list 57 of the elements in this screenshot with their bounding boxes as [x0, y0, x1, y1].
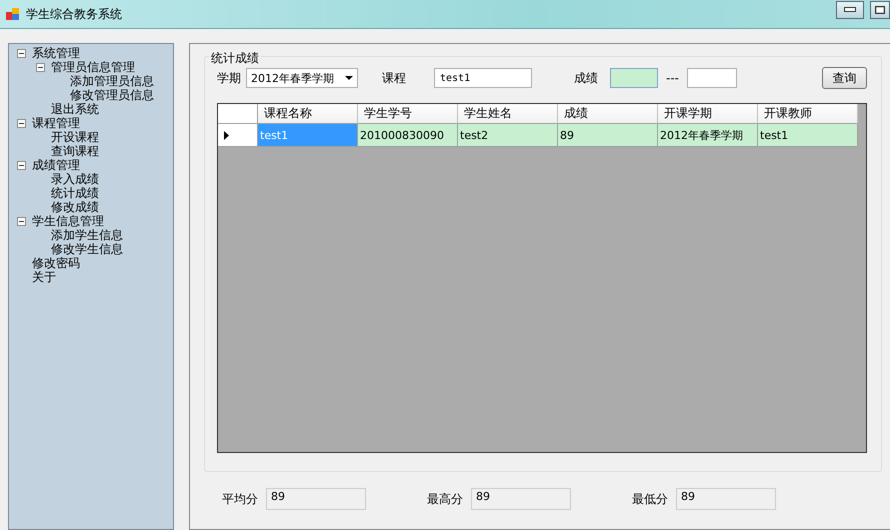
window-title: 学生综合教务系统: [26, 6, 122, 22]
tree-item[interactable]: 管理员信息管理: [51, 60, 135, 74]
summary-label: 平均分: [222, 490, 258, 508]
collapse-icon[interactable]: [17, 160, 26, 170]
tree-item[interactable]: 开设课程: [51, 130, 99, 144]
minimize-button[interactable]: [836, 1, 864, 19]
column-header[interactable]: 课程名称: [258, 104, 358, 124]
query-button[interactable]: 查询: [822, 67, 867, 89]
app-icon: [6, 7, 20, 21]
score-label: 成绩: [574, 70, 598, 86]
tree-item[interactable]: 修改学生信息: [51, 242, 123, 256]
course-label: 课程: [382, 70, 406, 86]
tree-item[interactable]: 课程管理: [32, 116, 80, 130]
summary-field[interactable]: 89: [676, 488, 776, 510]
table-cell[interactable]: test2: [458, 124, 558, 147]
collapse-icon[interactable]: [17, 48, 26, 58]
column-header[interactable]: 学生姓名: [458, 104, 558, 124]
summary-field[interactable]: 89: [471, 488, 571, 510]
column-header[interactable]: 成绩: [558, 104, 658, 124]
course-field[interactable]: test1: [434, 68, 532, 88]
collapse-icon[interactable]: [36, 62, 45, 72]
column-header[interactable]: 开课学期: [658, 104, 758, 124]
tree-item[interactable]: 修改管理员信息: [70, 88, 154, 102]
tree-item[interactable]: 关于: [32, 270, 56, 284]
tree-item[interactable]: 修改密码: [32, 256, 80, 270]
column-header[interactable]: 学生学号: [358, 104, 458, 124]
current-row-icon: [224, 130, 229, 140]
collapse-icon[interactable]: [17, 216, 26, 226]
tree-item[interactable]: 系统管理: [32, 46, 80, 60]
minimize-icon: [844, 7, 856, 13]
column-header[interactable]: 开课教师: [758, 104, 858, 124]
tree-item[interactable]: 录入成绩: [51, 172, 99, 186]
summary-label: 最高分: [427, 490, 463, 508]
tree-item[interactable]: 退出系统: [51, 102, 99, 116]
tree-item[interactable]: 添加学生信息: [51, 228, 123, 242]
score-to-field[interactable]: [687, 68, 737, 88]
maximize-button[interactable]: [870, 1, 890, 19]
term-dropdown[interactable]: 2012年春季学期: [246, 68, 358, 88]
tree-item[interactable]: 学生信息管理: [32, 214, 104, 228]
term-label: 学期: [217, 70, 241, 86]
tree-item[interactable]: 统计成绩: [51, 186, 99, 200]
table-cell[interactable]: 89: [558, 124, 658, 147]
summary-label: 最低分: [632, 490, 668, 508]
tree-item[interactable]: 查询课程: [51, 144, 99, 158]
tree-item[interactable]: 添加管理员信息: [70, 74, 154, 88]
maximize-icon: [875, 6, 885, 14]
table-cell[interactable]: 2012年春季学期: [658, 124, 758, 147]
row-header[interactable]: [218, 124, 258, 147]
tree-item[interactable]: 成绩管理: [32, 158, 80, 172]
tree-item[interactable]: 修改成绩: [51, 200, 99, 214]
score-from-field[interactable]: [610, 68, 658, 88]
table-cell[interactable]: test1: [758, 124, 858, 147]
table-cell[interactable]: 201000830090: [358, 124, 458, 147]
collapse-icon[interactable]: [17, 118, 26, 128]
range-separator: ---: [666, 71, 679, 85]
dropdown-caret-icon: [345, 76, 353, 80]
summary-field[interactable]: 89: [266, 488, 366, 510]
